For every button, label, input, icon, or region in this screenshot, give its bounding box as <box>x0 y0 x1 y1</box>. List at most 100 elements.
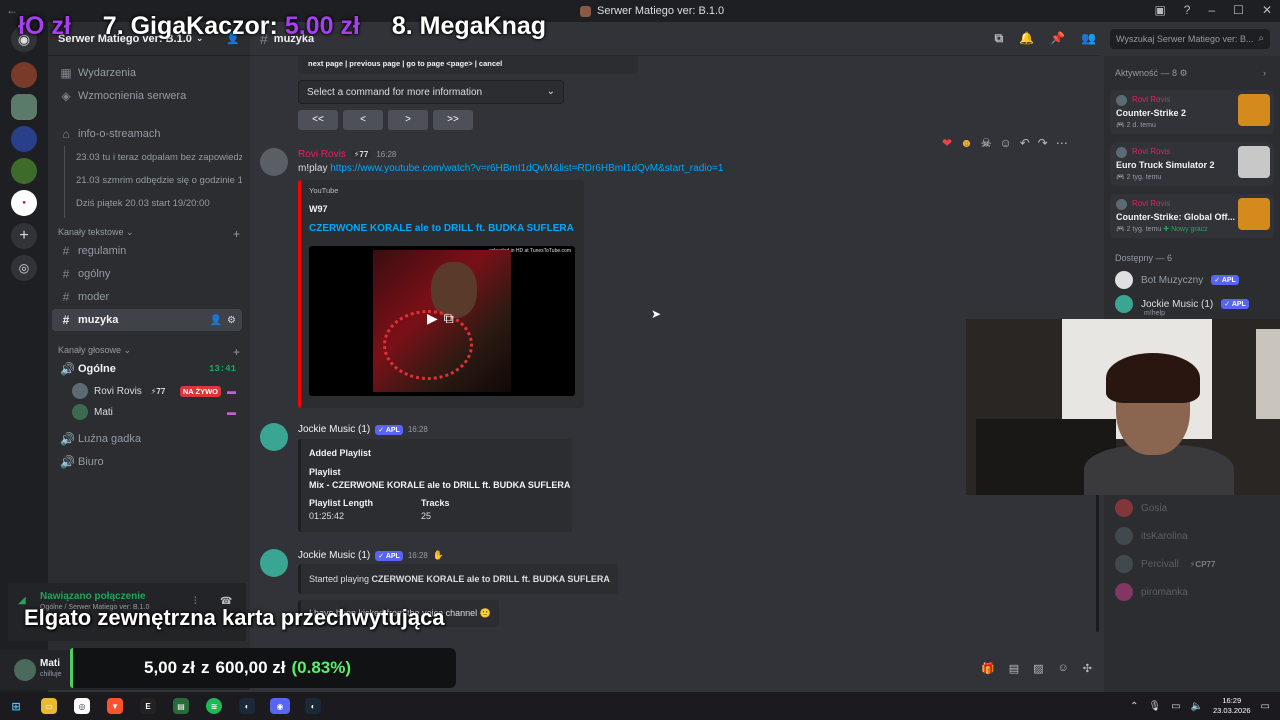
activity-card[interactable]: Rovi Rovis Counter-Strike: Global Off... 🎮… <box>1110 194 1274 238</box>
epic-games-icon[interactable]: E <box>140 698 156 714</box>
channel-moder[interactable]: # moder <box>52 286 242 308</box>
heart-reaction-icon[interactable]: ❤ <box>942 136 952 150</box>
spotify-icon[interactable]: ≋ <box>206 698 222 714</box>
avatar[interactable] <box>260 148 288 176</box>
author-name[interactable]: Rovi Rovis <box>298 149 346 160</box>
server-icon[interactable] <box>11 158 37 184</box>
more-icon[interactable]: ⋯ <box>1056 136 1068 150</box>
member-item[interactable]: Jockie Music (1) ✓ APL <box>1115 293 1249 315</box>
chrome-icon[interactable]: ◎ <box>74 698 90 714</box>
play-icon[interactable]: ▶ <box>427 310 438 327</box>
channel-ogolny[interactable]: # ogólny <box>52 263 242 285</box>
thread-item[interactable]: 21.03 szmrim odbędzie się o godzinie 1..… <box>52 169 242 191</box>
last-page-button[interactable]: >> <box>433 110 473 130</box>
minimize-icon[interactable]: – <box>1208 3 1215 17</box>
voice-channel-biuro[interactable]: 🔊 Biuro <box>52 451 242 473</box>
chevron-right-icon[interactable]: › <box>1263 68 1266 78</box>
notepad-icon[interactable]: ▤ <box>173 698 189 714</box>
pin-icon[interactable]: 📌 <box>1050 31 1065 46</box>
embed-title[interactable]: CZERWONE KORALE ale to DRILL ft. BUDKA S… <box>309 223 574 234</box>
gif-icon[interactable]: ▤ <box>1009 662 1019 675</box>
next-page-button[interactable]: > <box>388 110 428 130</box>
help-embed: next page | previous page | go to page <… <box>298 56 638 74</box>
member-item[interactable]: Bot Muzyczny ✓ APL <box>1115 269 1239 291</box>
channel-regulamin[interactable]: # regulamin <box>52 240 242 262</box>
thread-item[interactable]: 23.03 tu i teraz odpalam bez zapowiedzi <box>52 146 242 168</box>
activity-card[interactable]: Rovi Rovis Counter-Strike 2 🎮 2 d. temu <box>1110 90 1274 134</box>
forward-icon[interactable]: ↷ <box>1038 136 1048 150</box>
avatar[interactable] <box>260 423 288 451</box>
thread-item[interactable]: Dziś piątek 20.03 start 19/20:00 <box>52 192 242 214</box>
command-select[interactable]: Select a command for more information ⌄ <box>298 80 564 104</box>
file-explorer-icon[interactable]: ▭ <box>41 698 57 714</box>
network-icon[interactable]: ▭ <box>1171 701 1180 712</box>
voice-channel-luzna-gadka[interactable]: 🔊 Luźna gadka <box>52 428 242 450</box>
server-icon[interactable]: ● <box>11 190 37 216</box>
video-thumbnail[interactable]: uploaded in HD at TunesToTube.com ▶ ⧉ <box>309 246 575 396</box>
server-icon[interactable] <box>11 94 37 120</box>
member-item[interactable]: piromanka <box>1115 581 1188 603</box>
activity-card[interactable]: Rovi Rovis Euro Truck Simulator 2 🎮 2 tyg.… <box>1110 142 1274 186</box>
add-channel-icon[interactable]: + <box>233 227 240 241</box>
category-text-channels[interactable]: Kanały tekstowe ⌄ + <box>58 227 240 241</box>
chevron-up-icon[interactable]: ⌃ <box>1130 701 1138 712</box>
hash-icon: # <box>62 244 70 258</box>
windows-start-icon[interactable]: ⊞ <box>8 698 24 714</box>
maximize-icon[interactable]: ☐ <box>1233 3 1244 17</box>
notification-icon[interactable]: ▭ <box>1261 701 1270 712</box>
steam-icon[interactable]: ◐ <box>239 698 255 714</box>
voice-user[interactable]: Mati ▬ <box>72 402 242 422</box>
voice-channel-ogolne[interactable]: 🔊 Ogólne 13:41 <box>52 358 242 380</box>
discover-icon[interactable]: ◎ <box>11 255 37 281</box>
author-name[interactable]: Jockie Music (1) <box>298 424 370 435</box>
boosts-item[interactable]: ◈ Wzmocnienia serwera <box>52 85 242 107</box>
add-channel-icon[interactable]: + <box>233 345 240 359</box>
apps-icon[interactable]: ✣ <box>1083 662 1092 675</box>
threads-icon[interactable]: ⧉ <box>995 31 1004 46</box>
member-item[interactable]: itsKarolina <box>1115 525 1188 547</box>
search-input[interactable]: Wyszukaj Serwer Matiego ver: B... ⌕ <box>1110 29 1270 49</box>
volume-icon[interactable]: 🔈 <box>1191 701 1203 712</box>
first-page-button[interactable]: << <box>298 110 338 130</box>
voice-user[interactable]: Rovi Rovis ⚡77 NA ŻYWO ▬ <box>72 381 242 401</box>
events-item[interactable]: ▦ Wydarzenia <box>52 62 242 84</box>
bell-icon[interactable]: 🔔 <box>1019 31 1034 46</box>
steam-icon[interactable]: ◐ <box>305 698 321 714</box>
embed-author[interactable]: W97 <box>309 204 328 214</box>
members-icon[interactable]: 👥 <box>1081 31 1096 46</box>
prev-page-button[interactable]: < <box>343 110 383 130</box>
member-item[interactable]: Percivall ⚡CP77 <box>1115 553 1219 575</box>
close-icon[interactable]: ✕ <box>1262 3 1272 17</box>
voice-status[interactable]: Nawiązano połączenie <box>40 591 146 602</box>
heart-eyes-reaction-icon[interactable]: ☻ <box>960 136 973 150</box>
discord-taskbar-icon[interactable]: ◉ <box>270 698 290 714</box>
clock[interactable]: 16:29 23.03.2026 <box>1213 696 1251 716</box>
help-icon[interactable]: ? <box>1184 3 1191 17</box>
category-voice-channels[interactable]: Kanały głosowe ⌄ + <box>58 345 240 359</box>
activity-game: Euro Truck Simulator 2 <box>1116 160 1215 170</box>
member-item[interactable]: Gosia <box>1115 497 1167 519</box>
channel-info-o-streamach[interactable]: ⌂ info-o-streamach <box>52 123 242 145</box>
mic-icon[interactable]: 🎙 <box>1148 701 1161 712</box>
channel-label: Ogólne <box>78 363 116 375</box>
avatar[interactable] <box>14 659 36 681</box>
server-icon[interactable] <box>11 126 37 152</box>
gear-icon[interactable]: ⚙ <box>227 315 236 326</box>
sticker-icon[interactable]: ▨ <box>1033 662 1043 675</box>
add-reaction-icon[interactable]: ☺ <box>999 136 1011 150</box>
inbox-icon[interactable]: ▣ <box>1154 3 1165 17</box>
channel-muzyka[interactable]: # muzyka 👤 ⚙ <box>52 309 242 331</box>
skull-reaction-icon[interactable]: ☠ <box>981 136 992 150</box>
reply-icon[interactable]: ↶ <box>1020 136 1030 150</box>
invite-icon[interactable]: 👤 <box>210 315 222 326</box>
open-external-icon[interactable]: ⧉ <box>444 310 454 327</box>
gift-icon[interactable]: 🎁 <box>981 662 995 675</box>
youtube-link[interactable]: https://www.youtube.com/watch?v=r6HBmI1d… <box>330 163 723 174</box>
brave-icon[interactable]: ▼ <box>107 698 123 714</box>
author-name[interactable]: Jockie Music (1) <box>298 550 370 561</box>
avatar[interactable] <box>260 549 288 577</box>
server-icon[interactable] <box>11 62 37 88</box>
activity-time: 🎮 2 tyg. temu ✚ Nowy gracz <box>1116 226 1208 233</box>
emoji-icon[interactable]: ☺ <box>1058 662 1069 675</box>
add-server-icon[interactable]: + <box>11 223 37 249</box>
